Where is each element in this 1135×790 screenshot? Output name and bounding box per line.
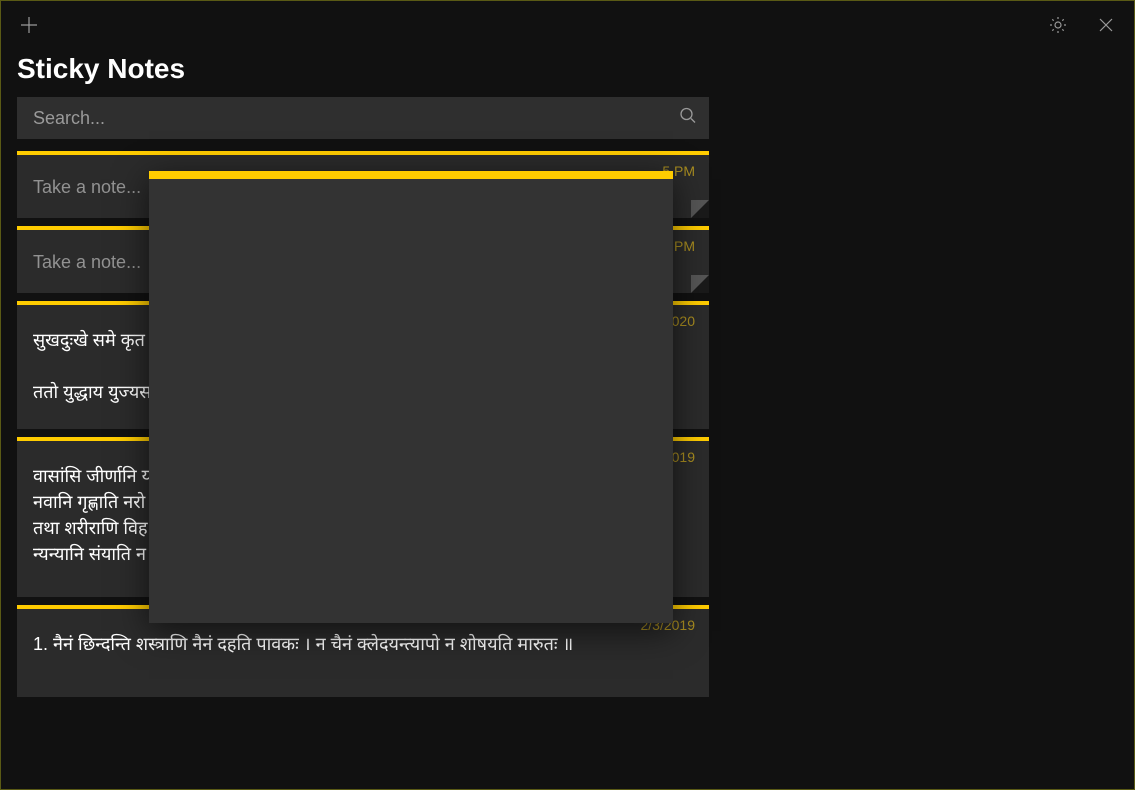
settings-button[interactable] [1038, 5, 1078, 45]
note-text: 1. नैनं छिन्दन्ति शस्त्राणि नैनं दहति पा… [33, 631, 693, 657]
titlebar-left [9, 5, 49, 45]
search-input[interactable] [17, 97, 709, 139]
titlebar-right [1038, 5, 1126, 45]
gear-icon [1048, 15, 1068, 35]
plus-icon [20, 16, 38, 34]
close-button[interactable] [1086, 5, 1126, 45]
close-icon [1098, 17, 1114, 33]
search-icon [679, 107, 697, 130]
page-title: Sticky Notes [1, 49, 1134, 97]
note-fold-icon [691, 275, 709, 293]
floating-note-window[interactable] [149, 171, 673, 623]
search-container [17, 97, 709, 139]
titlebar [1, 1, 1134, 49]
note-fold-icon [691, 200, 709, 218]
add-note-button[interactable] [9, 5, 49, 45]
